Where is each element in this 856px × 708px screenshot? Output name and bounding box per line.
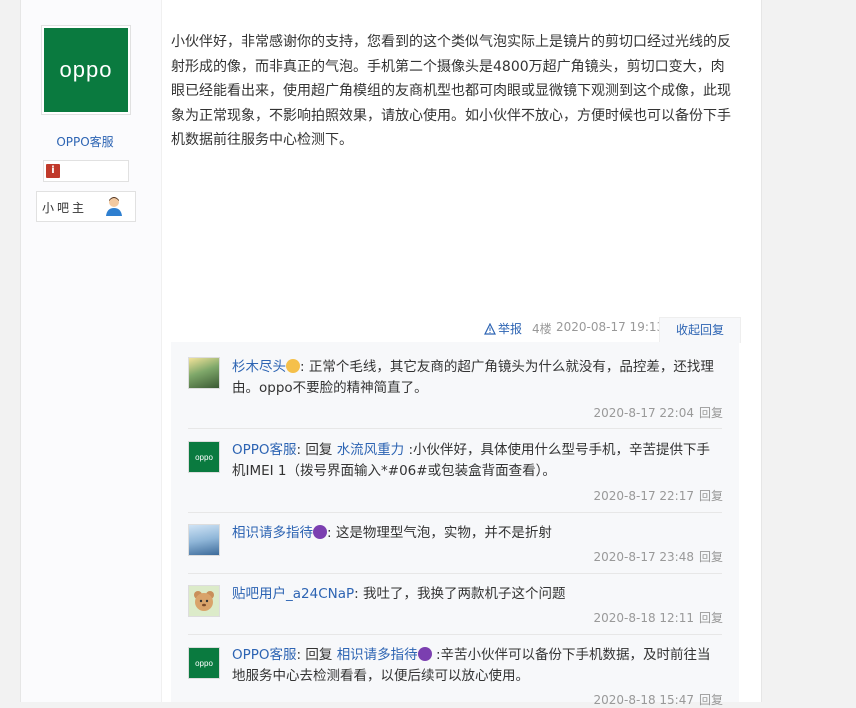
reply-author[interactable]: 相识请多指待 <box>232 525 313 541</box>
reply-author[interactable]: OPPO客服 <box>232 442 297 458</box>
bear-avatar-icon <box>194 591 214 611</box>
level-badge[interactable]: i <box>43 160 129 182</box>
post-content: 小伙伴好，非常感谢你的支持，您看到的这个类似气泡实际上是镜片的剪切口经过光线的反… <box>171 34 731 148</box>
reply-button[interactable]: 回复 <box>699 550 723 564</box>
post-time: 2020-08-17 19:13 <box>556 320 665 334</box>
divider <box>188 512 722 513</box>
reply-target[interactable]: 相识请多指待 <box>337 647 418 663</box>
author-sidebar: oppo OPPO客服 i 小吧主 <box>21 0 162 702</box>
reply-time: 2020-8-17 23:48 <box>593 550 694 564</box>
reply-time: 2020-8-18 12:11 <box>593 611 694 625</box>
moderator-icon <box>106 197 122 216</box>
reply-button[interactable]: 回复 <box>699 489 723 503</box>
reply-text-block: 贴吧用户_a24CNaP: 我吐了，我换了两款机子这个问题 <box>232 584 722 605</box>
reply-text: : 我吐了，我换了两款机子这个问题 <box>354 586 566 602</box>
reply-text-block: 相识请多指待 : 这是物理型气泡，实物，并不是折射 <box>232 523 722 544</box>
reply-target[interactable]: 水流风重力 <box>337 442 405 458</box>
avatar[interactable] <box>188 357 220 389</box>
avatar[interactable] <box>188 524 220 556</box>
oppo-logo-text: oppo <box>195 658 213 668</box>
post-card: oppo OPPO客服 i 小吧主 小伙伴好，非常感谢你的支持，您看到的这个类似… <box>20 0 762 707</box>
reply-time: 2020-8-17 22:04 <box>593 406 694 420</box>
floor-number: 4楼 <box>532 322 552 336</box>
role-badge: 小吧主 <box>36 191 136 222</box>
reply-time: 2020-8-18 15:47 <box>593 693 694 707</box>
reply-prefix: : 回复 <box>296 442 337 458</box>
collapse-replies-button[interactable]: 收起回复 <box>659 317 741 343</box>
avatar[interactable] <box>188 585 220 617</box>
reply-list: 杉木尽头: 正常个毛线，其它友商的超广角镜头为什么就没有，品控差，还找理由。op… <box>171 342 739 707</box>
role-label: 小吧主 <box>42 201 88 215</box>
oppo-logo: oppo <box>44 28 128 112</box>
reply-author[interactable]: OPPO客服 <box>232 647 297 663</box>
devil-emoji-icon <box>313 525 327 539</box>
reply-prefix: : 回复 <box>296 647 337 663</box>
reply-text-block: OPPO客服: 回复 水流风重力 :小伙伴好，具体使用什么型号手机，辛苦提供下手… <box>232 440 722 482</box>
author-name[interactable]: OPPO客服 <box>21 133 149 150</box>
reply-text-block: 杉木尽头: 正常个毛线，其它友商的超广角镜头为什么就没有，品控差，还找理由。op… <box>232 357 722 399</box>
reply-button[interactable]: 回复 <box>699 693 723 707</box>
report-link[interactable]: 举报 <box>484 320 522 337</box>
post-tail: 举报 4楼 2020-08-17 19:13 收起回复 <box>171 317 741 343</box>
reply-text-block: OPPO客服: 回复 相识请多指待 :辛苦小伙伴可以备份下手机数据，及时前往当地… <box>232 645 722 687</box>
reply-button[interactable]: 回复 <box>699 406 723 420</box>
reply-text: : 正常个毛线，其它友商的超广角镜头为什么就没有，品控差，还找理由。oppo不要… <box>232 359 714 396</box>
info-icon: i <box>46 164 60 178</box>
avatar[interactable]: oppo <box>188 647 220 679</box>
oppo-logo-text: oppo <box>59 57 113 82</box>
divider <box>188 573 722 574</box>
oppo-logo-text: oppo <box>195 452 213 462</box>
reply-meta: 2020-8-18 15:47 回复 <box>593 691 723 708</box>
divider <box>188 428 722 429</box>
reply-time: 2020-8-17 22:17 <box>593 489 694 503</box>
author-avatar[interactable]: oppo <box>41 25 131 115</box>
divider <box>188 634 722 635</box>
warning-icon <box>484 322 496 335</box>
report-label: 举报 <box>498 322 523 336</box>
smile-emoji-icon <box>286 359 300 373</box>
reply-meta: 2020-8-17 22:04 回复 <box>593 404 723 421</box>
reply-author[interactable]: 杉木尽头 <box>232 359 286 375</box>
avatar[interactable]: oppo <box>188 441 220 473</box>
reply-meta: 2020-8-18 12:11 回复 <box>593 609 723 626</box>
reply-author[interactable]: 贴吧用户_a24CNaP <box>232 586 354 602</box>
reply-button[interactable]: 回复 <box>699 611 723 625</box>
reply-text: : 这是物理型气泡，实物，并不是折射 <box>327 525 552 541</box>
reply-meta: 2020-8-17 23:48 回复 <box>593 548 723 565</box>
devil-emoji-icon <box>417 647 432 661</box>
reply-meta: 2020-8-17 22:17 回复 <box>593 487 723 504</box>
